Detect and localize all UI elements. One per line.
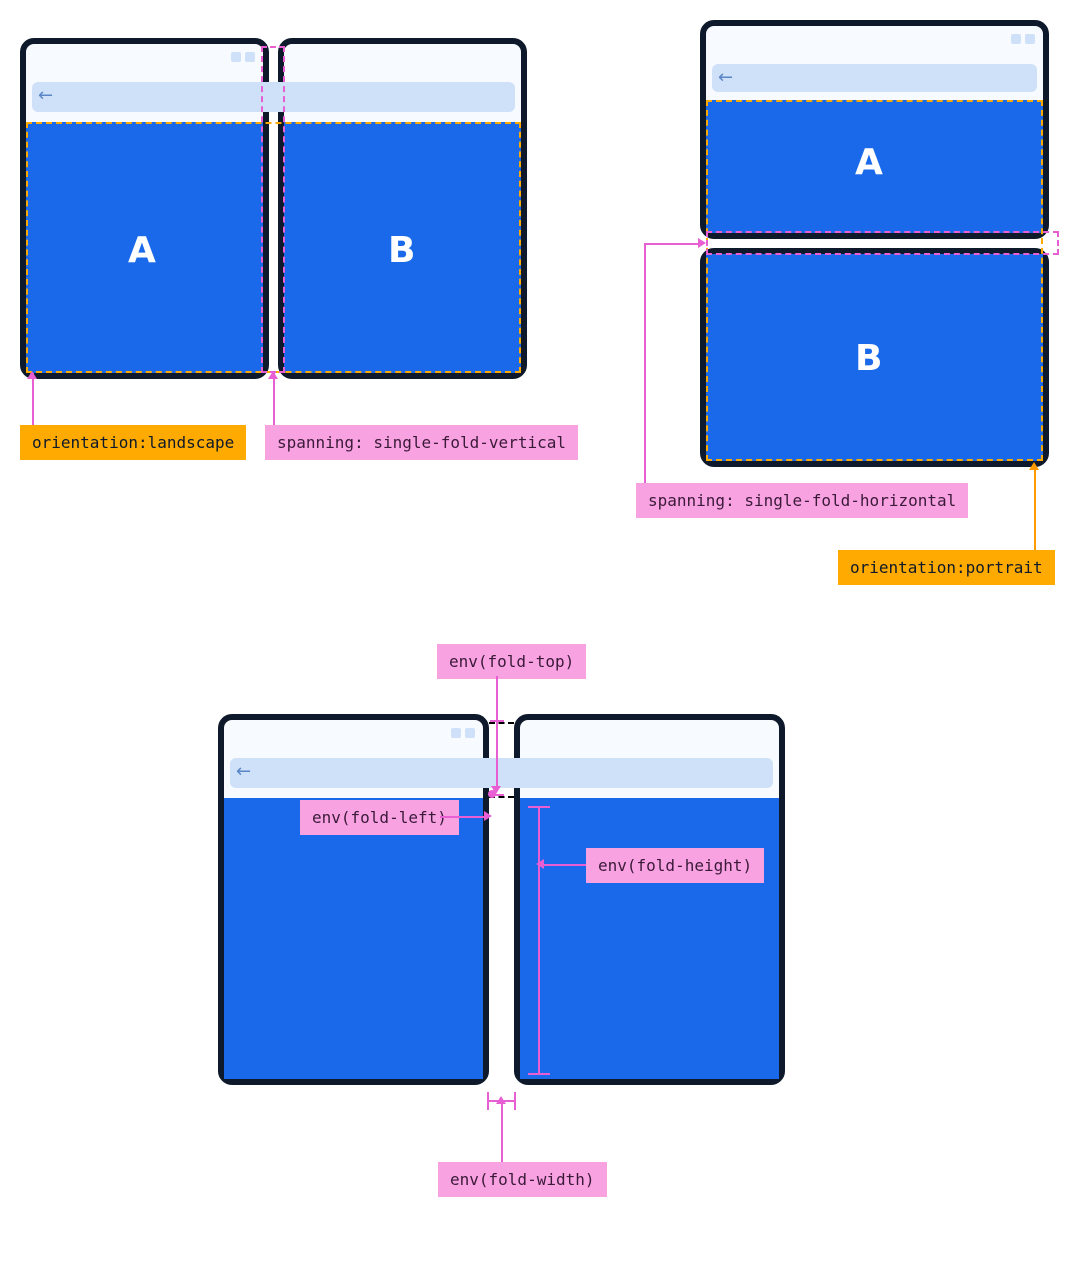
arrow-up-icon xyxy=(268,371,278,379)
figure3-fold-top-pointer xyxy=(496,676,498,788)
figure1-spanning-pointer-v xyxy=(273,373,275,427)
dot-icon xyxy=(488,790,496,798)
figure3-fold-height-pointer-v xyxy=(538,806,540,1075)
figure3-fold-width-pointer-v xyxy=(501,1100,503,1164)
window-buttons-icon xyxy=(1011,34,1035,44)
figure3-fold-left-pointer xyxy=(440,816,488,818)
window-buttons-icon xyxy=(231,52,255,62)
address-bar: ← xyxy=(230,758,773,788)
arrow-right-icon xyxy=(484,811,492,821)
figure3-fold-top-label: env(fold-top) xyxy=(437,644,586,679)
cap-icon xyxy=(487,1092,489,1110)
arrow-up-icon xyxy=(1029,462,1039,470)
figure1-orientation-label: orientation:landscape xyxy=(20,425,246,460)
cap-icon xyxy=(528,1073,550,1075)
figure2-viewport-outline xyxy=(706,100,1043,461)
figure2-fold-outline xyxy=(706,231,1059,255)
back-arrow-icon: ← xyxy=(718,68,738,88)
figure1-orientation-pointer-v xyxy=(32,373,34,427)
figure2-orientation-pointer-v xyxy=(1034,466,1036,552)
figure3-fold-height-label: env(fold-height) xyxy=(586,848,764,883)
arrow-right-icon xyxy=(698,238,706,248)
figure1-spanning-label: spanning: single-fold-vertical xyxy=(265,425,578,460)
back-arrow-icon: ← xyxy=(38,86,58,106)
cap-icon xyxy=(490,720,504,722)
figure3-viewport-left xyxy=(224,798,483,1079)
figure3-fold-left-label: env(fold-left) xyxy=(300,800,459,835)
arrow-up-icon xyxy=(27,371,37,379)
address-bar: ← xyxy=(712,64,1037,92)
figure2-spanning-label: spanning: single-fold-horizontal xyxy=(636,483,968,518)
back-arrow-icon: ← xyxy=(236,762,256,782)
figure3-fold-width-label: env(fold-width) xyxy=(438,1162,607,1197)
cap-icon xyxy=(514,1092,516,1110)
figure2-orientation-label: orientation:portrait xyxy=(838,550,1055,585)
figure2-spanning-pointer-h xyxy=(644,243,702,245)
gap-dash-top xyxy=(489,722,514,724)
cap-icon xyxy=(528,806,550,808)
arrow-left-icon xyxy=(536,859,544,869)
figure3-viewport-right xyxy=(520,798,779,1079)
arrow-up-icon xyxy=(496,1096,506,1104)
figure3-fold-height-pointer-h xyxy=(540,864,586,866)
figure2-spanning-pointer-v xyxy=(644,243,646,485)
figure1-fold-outline xyxy=(261,46,285,373)
window-buttons-icon xyxy=(451,728,475,738)
